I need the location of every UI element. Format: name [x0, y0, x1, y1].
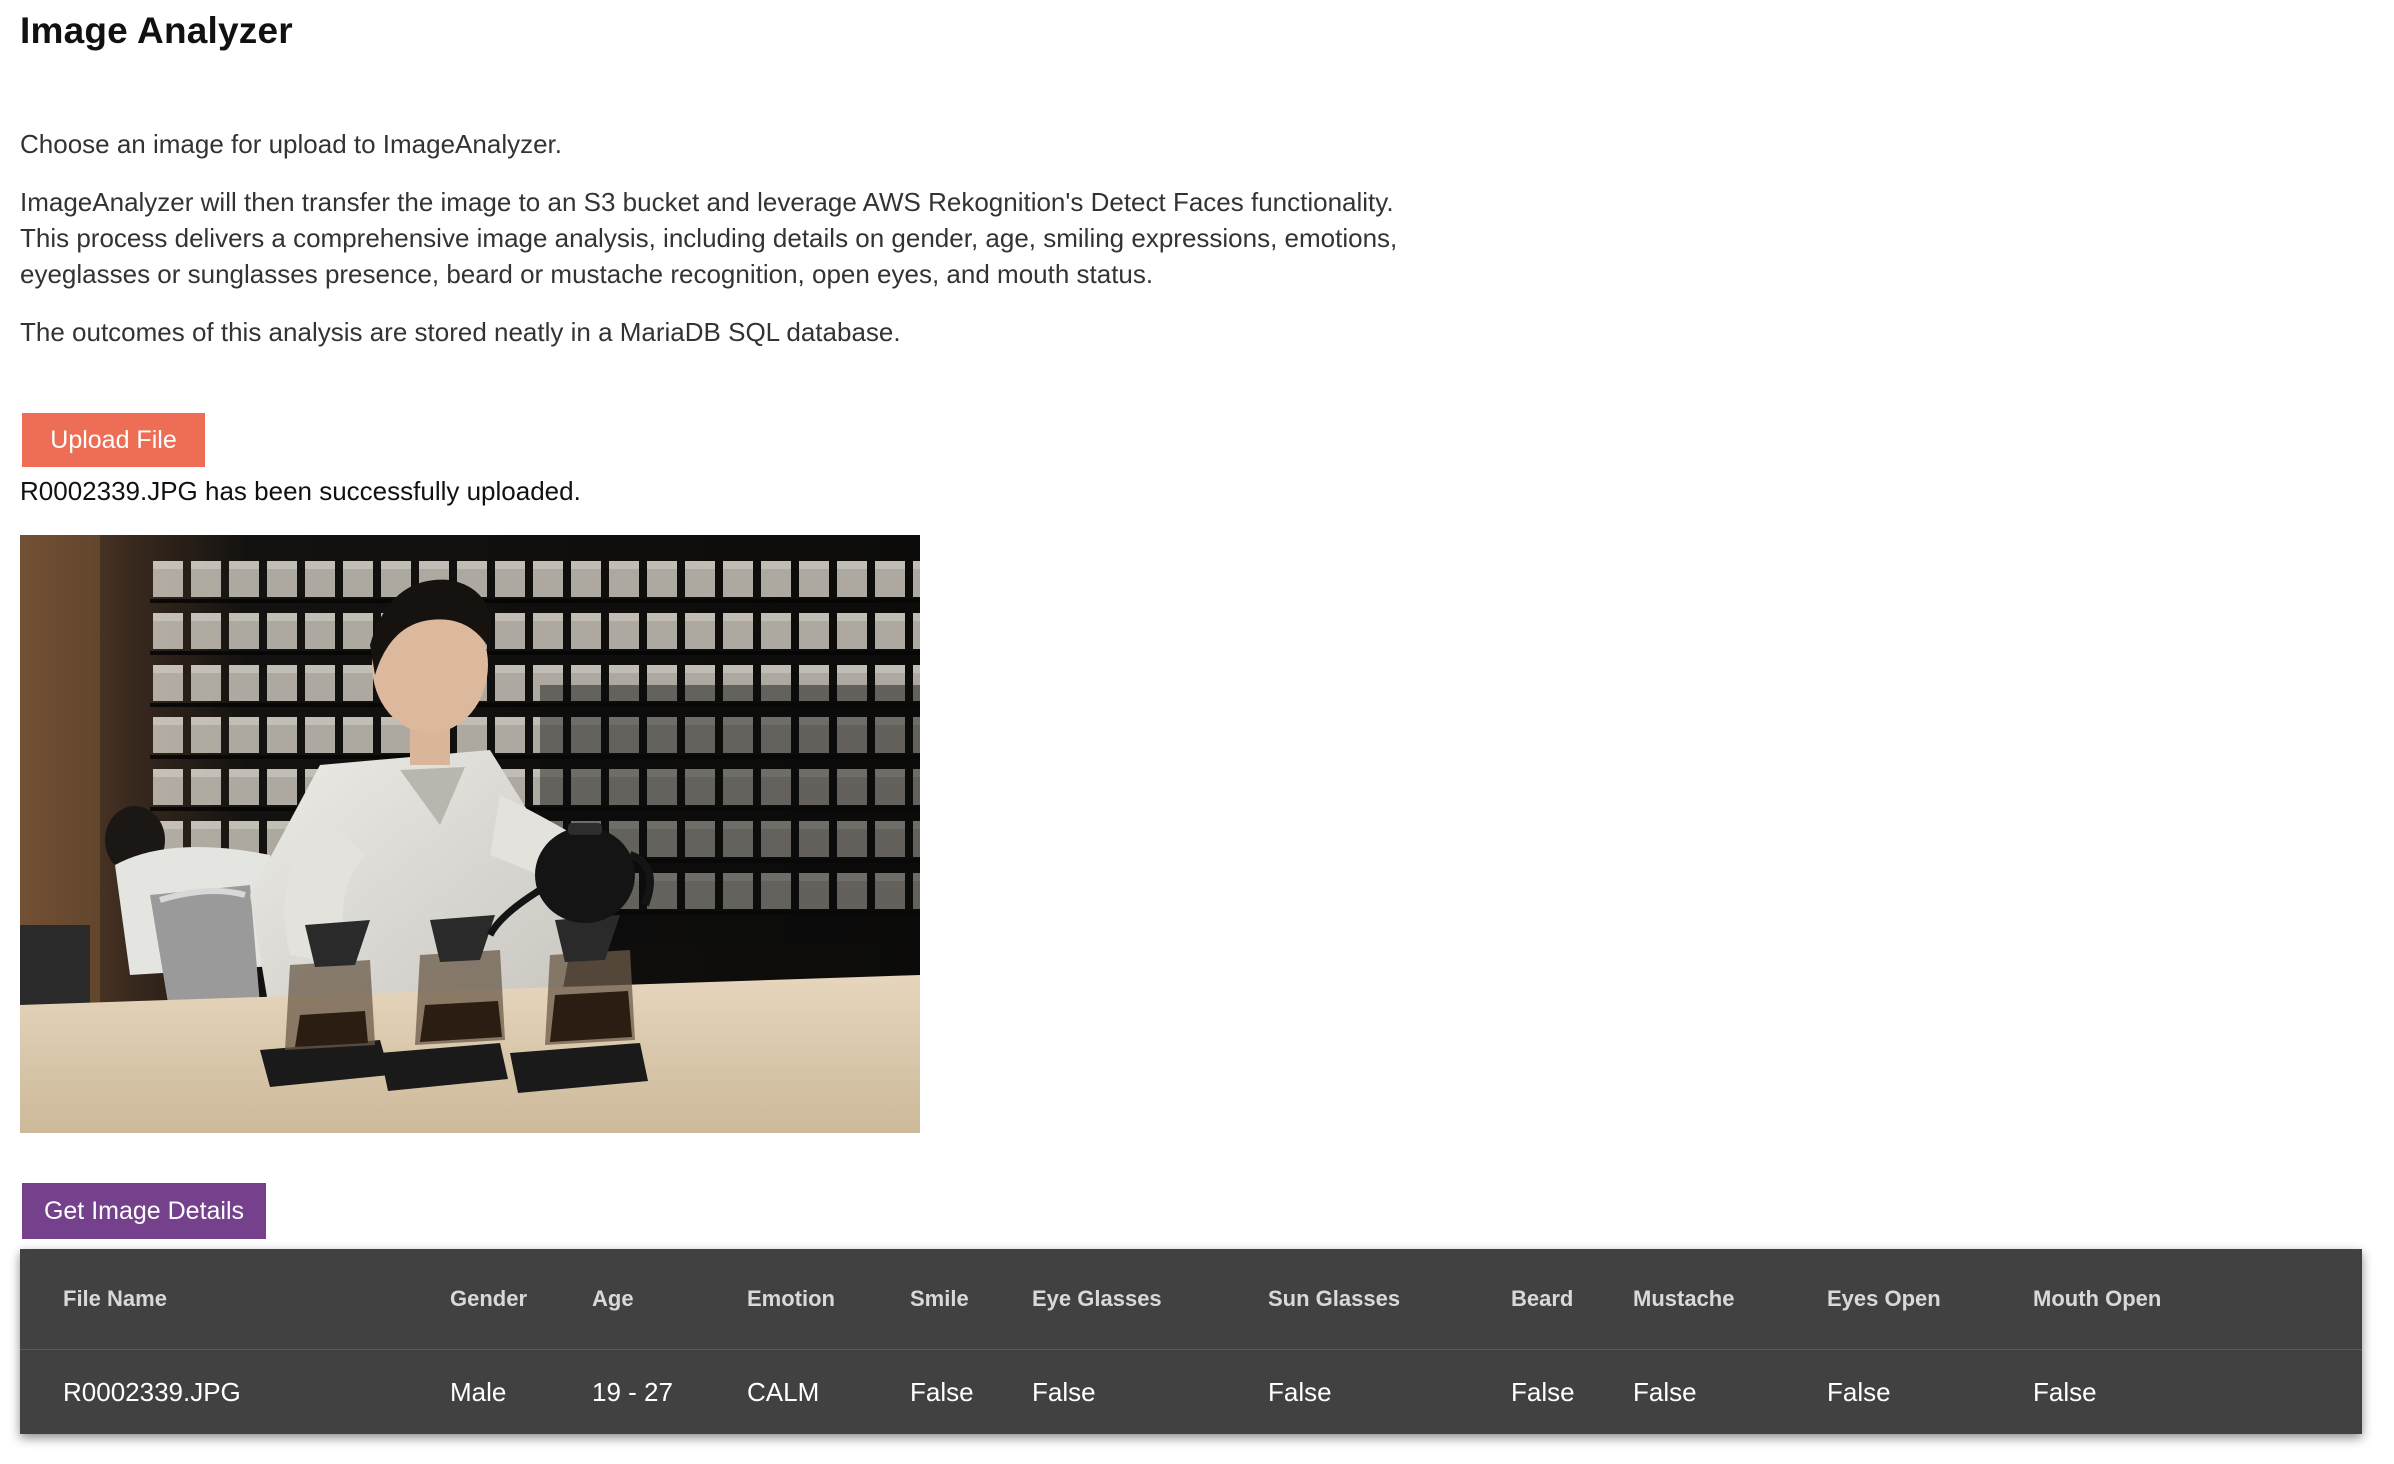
cell-eye-glasses: False: [1032, 1376, 1096, 1407]
cell-emotion: CALM: [747, 1376, 820, 1407]
results-table: File Name Gender Age Emotion Smile Eye G…: [20, 1249, 2362, 1434]
header-eyes-open: Eyes Open: [1827, 1249, 2033, 1350]
upload-file-button[interactable]: Upload File: [22, 413, 205, 467]
table-row: R0002339.JPG Male 19 - 27 CALM False Fal…: [20, 1350, 2362, 1435]
header-gender: Gender: [450, 1249, 592, 1350]
page-title: Image Analyzer: [20, 10, 293, 51]
intro-paragraph-upload: Choose an image for upload to ImageAnaly…: [20, 129, 563, 159]
uploaded-image-preview: [20, 535, 920, 1133]
header-sun-glasses: Sun Glasses: [1268, 1249, 1511, 1350]
header-age: Age: [592, 1249, 747, 1350]
header-file-name: File Name: [20, 1249, 450, 1350]
cell-mouth-open: False: [2033, 1376, 2097, 1407]
analysis-results-table: File Name Gender Age Emotion Smile Eye G…: [20, 1249, 2362, 1434]
cell-sun-glasses: False: [1268, 1376, 1332, 1407]
image-analyzer-page: Image Analyzer Choose an image for uploa…: [0, 0, 2394, 1464]
intro-text: Choose an image for upload to ImageAnaly…: [20, 126, 1440, 372]
upload-status-message: R0002339.JPG has been successfully uploa…: [20, 476, 581, 506]
cell-beard: False: [1511, 1376, 1575, 1407]
cell-eyes-open: False: [1827, 1376, 1891, 1407]
header-eye-glasses: Eye Glasses: [1032, 1249, 1268, 1350]
cell-gender: Male: [450, 1376, 507, 1407]
intro-paragraph-storage: The outcomes of this analysis are stored…: [20, 317, 901, 347]
cell-smile: False: [910, 1376, 974, 1407]
barista-photo: [20, 535, 920, 1133]
header-mustache: Mustache: [1633, 1249, 1827, 1350]
cell-file-name: R0002339.JPG: [63, 1376, 241, 1407]
get-image-details-button[interactable]: Get Image Details: [22, 1183, 266, 1239]
header-mouth-open: Mouth Open: [2033, 1249, 2362, 1350]
header-smile: Smile: [910, 1249, 1032, 1350]
header-emotion: Emotion: [747, 1249, 910, 1350]
cell-mustache: False: [1633, 1376, 1697, 1407]
intro-paragraph-analysis: ImageAnalyzer will then transfer the ima…: [20, 187, 1398, 289]
header-beard: Beard: [1511, 1249, 1633, 1350]
table-header-row: File Name Gender Age Emotion Smile Eye G…: [20, 1249, 2362, 1350]
cell-age: 19 - 27: [592, 1376, 673, 1407]
